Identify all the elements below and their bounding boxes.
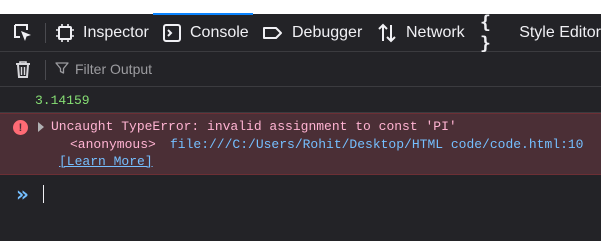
trash-icon [13, 59, 33, 79]
debugger-icon [262, 23, 284, 43]
devtools-toolbar: Inspector Console Debugger Network { } S… [0, 12, 601, 54]
inspector-icon [55, 23, 75, 43]
tab-network[interactable]: Network [376, 15, 465, 51]
stack-frame-name: <anonymous> [70, 137, 156, 152]
error-message-text: Uncaught TypeError: invalid assignment t… [51, 119, 457, 134]
element-picker-button[interactable] [12, 15, 34, 51]
filter-separator [45, 60, 46, 80]
style-editor-icon: { } [480, 12, 491, 54]
log-value: 3.14159 [35, 93, 90, 108]
tab-label: Console [190, 24, 249, 41]
error-icon: ! [13, 120, 28, 135]
tab-label: Network [406, 24, 465, 41]
filter-output-field[interactable] [55, 58, 455, 80]
tab-label: Style Editor [519, 24, 601, 41]
console-filter-bar [0, 52, 601, 87]
tab-label: Inspector [83, 24, 149, 41]
network-icon [376, 22, 398, 44]
learn-more-link[interactable]: [Learn More] [59, 154, 153, 169]
text-caret [43, 185, 44, 203]
tab-label: Debugger [292, 24, 363, 41]
tab-console[interactable]: Console [162, 15, 249, 51]
filter-icon [55, 61, 69, 78]
console-input-area[interactable]: » [0, 175, 601, 241]
console-error-message: ! Uncaught TypeError: invalid assignment… [0, 113, 601, 175]
stack-frame-location-link[interactable]: file:///C:/Users/Rohit/Desktop/HTML code… [170, 137, 583, 152]
expand-twisty-icon[interactable] [38, 122, 44, 132]
console-icon [162, 23, 182, 43]
prompt-chevron-icon: » [16, 182, 29, 206]
tab-style-editor[interactable]: { } Style Editor [480, 12, 601, 54]
clear-console-button[interactable] [13, 52, 33, 86]
tab-inspector[interactable]: Inspector [55, 15, 149, 51]
filter-output-input[interactable] [75, 61, 435, 77]
tab-debugger[interactable]: Debugger [262, 15, 362, 51]
element-picker-icon [12, 22, 34, 44]
console-log-message: 3.14159 [0, 88, 601, 113]
toolbar-separator [45, 23, 46, 43]
